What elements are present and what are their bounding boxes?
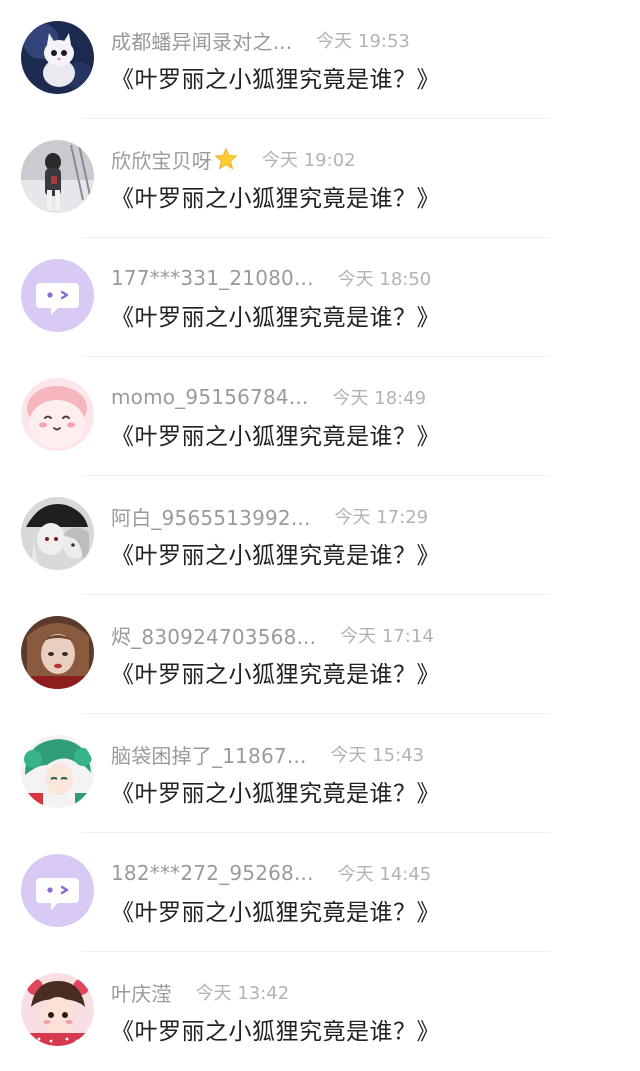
doll-portrait-avatar (21, 616, 94, 689)
message-item[interactable]: 177***331_21080... 今天 18:50 《叶罗丽之小狐狸究竟是谁… (0, 238, 640, 357)
message-meta: 叶庆滢 今天 13:42 (111, 978, 289, 1006)
green-hair-anime-avatar (21, 735, 94, 808)
sender-name[interactable]: 阿白_9565513992... (111, 502, 311, 531)
message-time: 今天 14:45 (337, 864, 432, 885)
message-item[interactable]: momo_95156784... 今天 18:49 《叶罗丽之小狐狸究竟是谁？》 (0, 357, 640, 476)
avatar[interactable] (21, 140, 94, 213)
anime-girls-avatar (21, 497, 94, 570)
sender-name[interactable]: momo_95156784... (111, 385, 309, 409)
message-time: 今天 17:14 (340, 626, 434, 647)
message-meta: momo_95156784... 今天 18:49 (111, 383, 426, 411)
avatar[interactable] (21, 497, 94, 570)
message-time: 今天 17:29 (334, 507, 429, 528)
default-chat-avatar (21, 854, 94, 927)
message-time: 今天 15:43 (330, 745, 425, 766)
sender-name[interactable]: 成都蟠异闻录对之... (111, 26, 292, 55)
sender-name[interactable]: 烬_830924703568... (111, 621, 316, 650)
avatar[interactable] (21, 259, 94, 332)
message-item[interactable]: 欣欣宝贝呀 今天 19:02 《叶罗丽之小狐狸究竟是谁？》 (0, 119, 640, 238)
pink-cartoon-avatar (21, 378, 94, 451)
avatar[interactable] (21, 616, 94, 689)
message-meta: 欣欣宝贝呀 今天 19:02 (111, 145, 356, 173)
sender-name[interactable]: 欣欣宝贝呀 (111, 145, 212, 174)
avatar[interactable] (21, 21, 94, 94)
strawberry-girl-avatar (21, 973, 94, 1046)
message-text: 《叶罗丽之小狐狸究竟是谁？》 (111, 781, 440, 807)
avatar[interactable] (21, 854, 94, 927)
message-item[interactable]: 182***272_95268... 今天 14:45 《叶罗丽之小狐狸究竟是谁… (0, 833, 640, 952)
message-item[interactable]: 阿白_9565513992... 今天 17:29 《叶罗丽之小狐狸究竟是谁？》 (0, 476, 640, 595)
message-text: 《叶罗丽之小狐狸究竟是谁？》 (111, 424, 440, 450)
message-meta: 182***272_95268... 今天 14:45 (111, 859, 431, 887)
message-meta: 成都蟠异闻录对之... 今天 19:53 (111, 26, 410, 54)
message-meta: 177***331_21080... 今天 18:50 (111, 264, 431, 292)
cat-photo-avatar (21, 21, 94, 94)
avatar[interactable] (21, 973, 94, 1046)
message-text: 《叶罗丽之小狐狸究竟是谁？》 (111, 67, 440, 93)
message-time: 今天 19:02 (262, 150, 356, 171)
message-meta: 烬_830924703568... 今天 17:14 (111, 621, 434, 649)
message-item[interactable]: 脑袋困掉了_11867... 今天 15:43 《叶罗丽之小狐狸究竟是谁？》 (0, 714, 640, 833)
message-time: 今天 13:42 (195, 983, 290, 1004)
message-list: 成都蟠异闻录对之... 今天 19:53 《叶罗丽之小狐狸究竟是谁？》 欣欣宝贝… (0, 0, 640, 1067)
message-meta: 阿白_9565513992... 今天 17:29 (111, 502, 428, 530)
message-time: 今天 19:53 (316, 31, 410, 52)
message-text: 《叶罗丽之小狐狸究竟是谁？》 (111, 305, 440, 331)
default-chat-avatar (21, 259, 94, 332)
sender-name[interactable]: 182***272_95268... (111, 861, 314, 885)
message-text: 《叶罗丽之小狐狸究竟是谁？》 (111, 1019, 440, 1045)
message-item[interactable]: 叶庆滢 今天 13:42 《叶罗丽之小狐狸究竟是谁？》 (0, 952, 640, 1071)
message-text: 《叶罗丽之小狐狸究竟是谁？》 (111, 900, 440, 926)
message-text: 《叶罗丽之小狐狸究竟是谁？》 (111, 186, 440, 212)
message-time: 今天 18:49 (332, 388, 427, 409)
message-item[interactable]: 成都蟠异闻录对之... 今天 19:53 《叶罗丽之小狐狸究竟是谁？》 (0, 0, 640, 119)
message-time: 今天 18:50 (337, 269, 432, 290)
message-item[interactable]: 烬_830924703568... 今天 17:14 《叶罗丽之小狐狸究竟是谁？… (0, 595, 640, 714)
avatar[interactable] (21, 378, 94, 451)
star-icon (214, 147, 238, 170)
snow-photo-avatar (21, 140, 94, 213)
message-text: 《叶罗丽之小狐狸究竟是谁？》 (111, 543, 440, 569)
message-text: 《叶罗丽之小狐狸究竟是谁？》 (111, 662, 440, 688)
avatar[interactable] (21, 735, 94, 808)
sender-name[interactable]: 脑袋困掉了_11867... (111, 740, 307, 769)
message-meta: 脑袋困掉了_11867... 今天 15:43 (111, 740, 424, 768)
sender-name[interactable]: 叶庆滢 (111, 978, 172, 1007)
sender-name[interactable]: 177***331_21080... (111, 266, 314, 290)
